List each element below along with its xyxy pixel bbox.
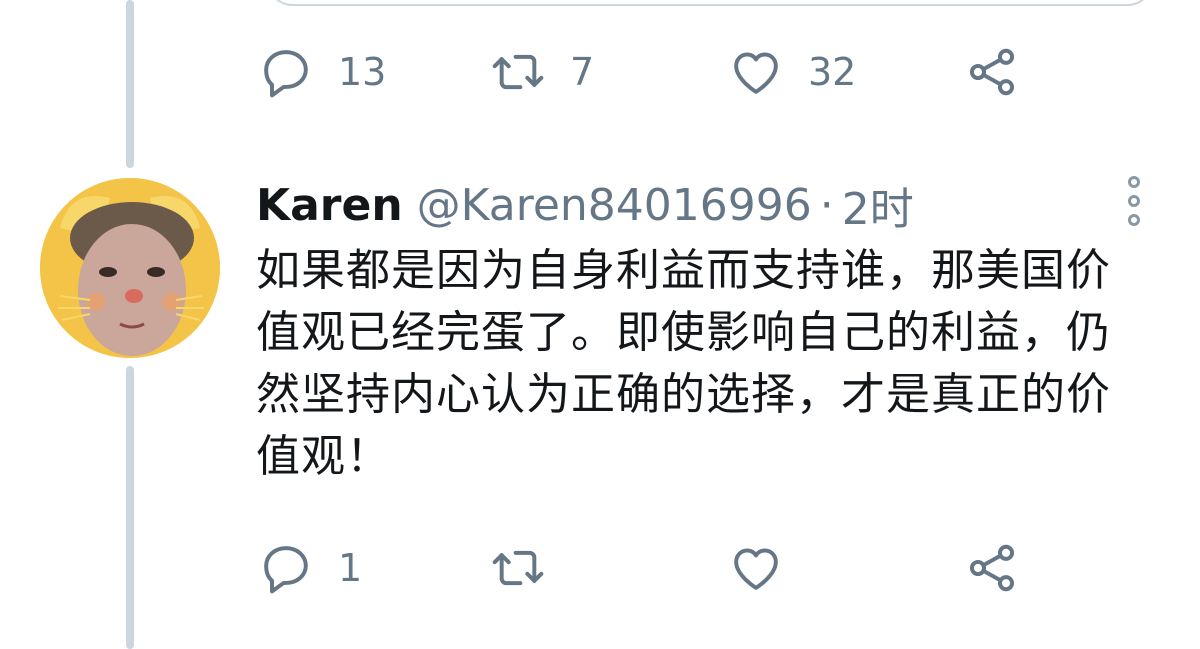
quoted-tweet-card-edge[interactable] bbox=[268, 0, 1152, 6]
more-options-icon bbox=[1128, 195, 1140, 207]
retweet-count: 7 bbox=[570, 50, 595, 94]
tweet-text: 如果都是因为自身利益而支持谁，那美国价 值观已经完蛋了。即使影响自己的利益，仍 … bbox=[256, 240, 1168, 488]
timestamp[interactable]: 2时 bbox=[842, 173, 914, 237]
reply-button[interactable]: 13 bbox=[258, 42, 386, 102]
reply-button[interactable]: 1 bbox=[258, 538, 362, 598]
share-button[interactable] bbox=[964, 538, 1020, 598]
previous-tweet-action-bar: 13 7 32 bbox=[258, 42, 1038, 102]
reply-count: 1 bbox=[338, 546, 363, 590]
share-icon bbox=[964, 540, 1020, 596]
tweet-header: Karen @Karen84016996 · 2时 bbox=[256, 170, 914, 240]
like-icon bbox=[728, 44, 784, 100]
tweet-text-line: 然坚持内心认为正确的选择，才是真正的价 bbox=[256, 369, 1111, 420]
tweet-text-line: 值观已经完蛋了。即使影响自己的利益，仍 bbox=[256, 307, 1111, 358]
thread-connector-top bbox=[126, 0, 134, 168]
reply-icon bbox=[258, 44, 314, 100]
display-name[interactable]: Karen bbox=[256, 180, 403, 231]
retweet-icon bbox=[490, 540, 546, 596]
more-options-icon bbox=[1128, 214, 1140, 226]
like-icon bbox=[728, 540, 784, 596]
like-button[interactable] bbox=[728, 538, 784, 598]
like-count: 32 bbox=[808, 50, 857, 94]
tweet-action-bar: 1 bbox=[258, 538, 1038, 598]
retweet-icon bbox=[490, 44, 546, 100]
share-icon bbox=[964, 44, 1020, 100]
user-handle[interactable]: @Karen84016996 bbox=[417, 180, 812, 231]
avatar[interactable] bbox=[40, 178, 220, 358]
more-options-icon bbox=[1128, 176, 1140, 188]
header-separator: · bbox=[819, 179, 834, 231]
tweet-text-line: 如果都是因为自身利益而支持谁，那美国价 bbox=[256, 245, 1111, 296]
tweet-text-line: 值观！ bbox=[256, 431, 391, 482]
reply-count: 13 bbox=[338, 50, 387, 94]
like-button[interactable]: 32 bbox=[728, 42, 856, 102]
share-button[interactable] bbox=[964, 42, 1020, 102]
reply-icon bbox=[258, 540, 314, 596]
thread-connector-bottom bbox=[126, 366, 134, 649]
retweet-button[interactable]: 7 bbox=[490, 42, 594, 102]
more-options-button[interactable] bbox=[1116, 176, 1152, 226]
avatar-image bbox=[40, 178, 220, 358]
retweet-button[interactable] bbox=[490, 538, 546, 598]
